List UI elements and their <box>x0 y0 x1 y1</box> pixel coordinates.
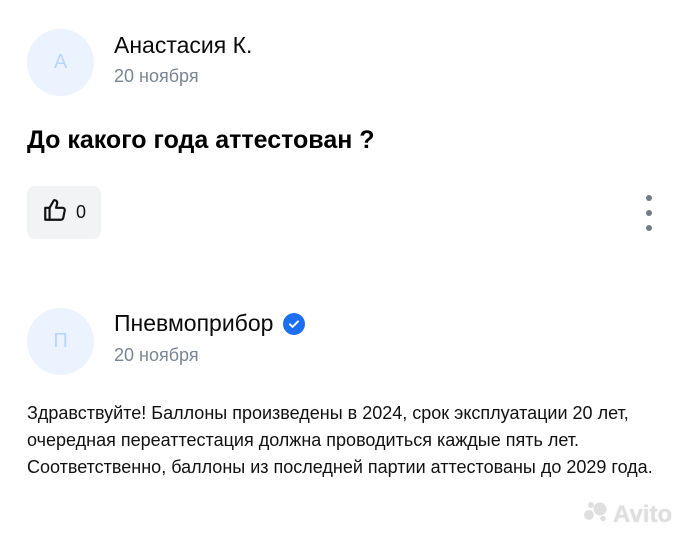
reply-text: Здравствуйте! Баллоны произведены в 2024… <box>27 403 653 477</box>
author-name-text: Анастасия К. <box>114 32 253 58</box>
like-button[interactable]: 0 <box>27 186 101 239</box>
like-count: 0 <box>75 202 86 222</box>
question-text: До какого года аттестован ? <box>27 126 375 154</box>
seller-name[interactable]: Пневмоприбор <box>114 310 306 337</box>
more-vertical-icon-dot <box>646 225 652 231</box>
avatar-letter: А <box>53 51 68 73</box>
avatar-seller[interactable]: П <box>27 308 94 375</box>
seller-name-text: Пневмоприбор <box>114 310 274 336</box>
avatar-letter: П <box>53 330 68 352</box>
watermark-text: Avito <box>613 500 673 528</box>
reply-date: 20 ноября <box>114 345 199 365</box>
question-author-name[interactable]: Анастасия К. <box>114 32 252 59</box>
avatar-question-author[interactable]: А <box>27 29 94 96</box>
more-vertical-icon-dot <box>646 210 652 216</box>
avito-logo-icon <box>583 500 609 529</box>
more-vertical-icon <box>646 195 652 201</box>
more-options-button[interactable] <box>636 195 662 231</box>
verified-check-icon <box>283 312 306 335</box>
thumbs-up-icon <box>42 197 68 228</box>
avito-watermark: Avito <box>583 500 672 529</box>
question-date: 20 ноября <box>114 66 199 86</box>
